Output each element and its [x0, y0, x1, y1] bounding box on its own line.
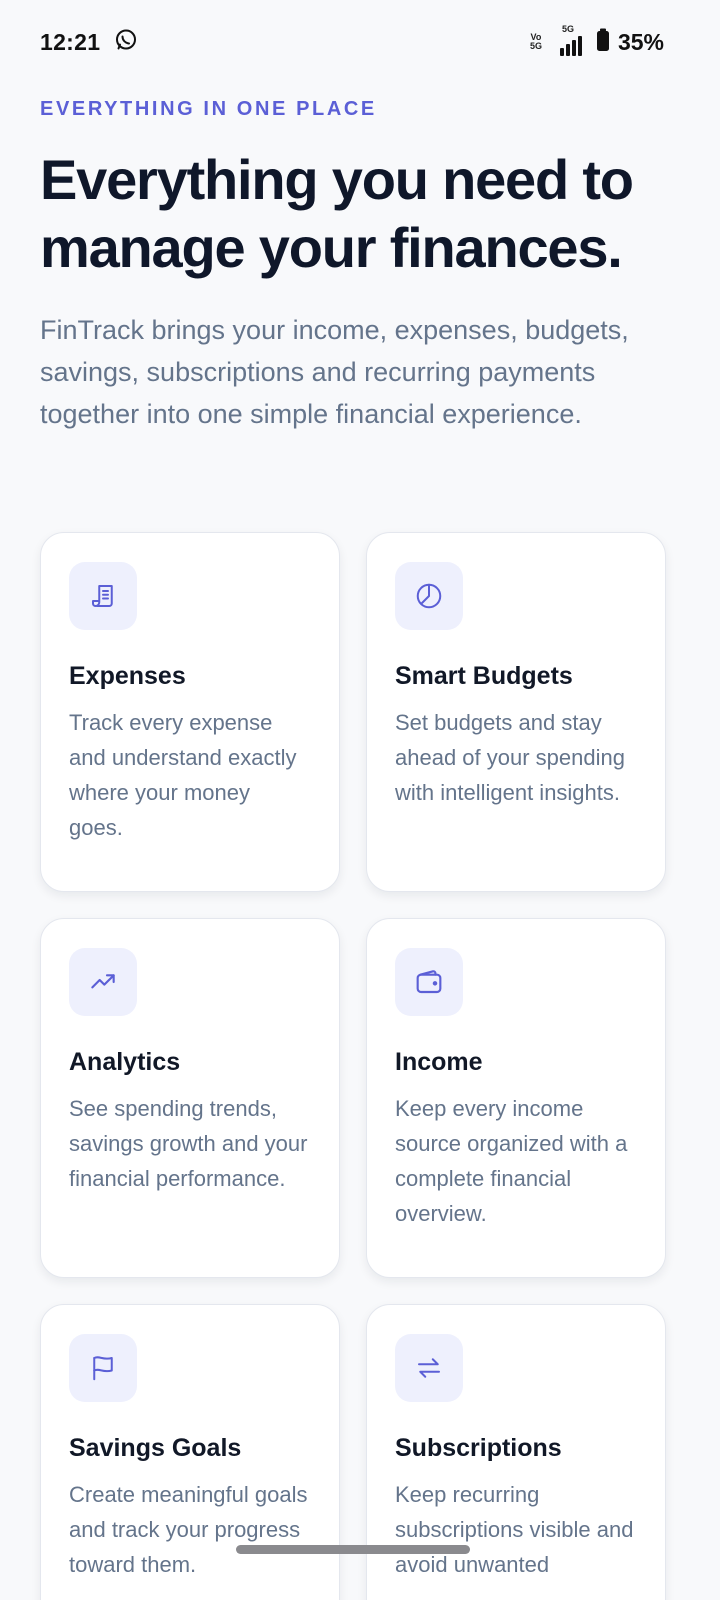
status-left: 12:21: [40, 28, 138, 57]
feature-title: Expenses: [69, 662, 186, 690]
battery-icon: [596, 28, 610, 57]
feature-title: Analytics: [69, 1048, 181, 1076]
section-eyebrow: EVERYTHING IN ONE PLACE: [40, 98, 377, 120]
trending-up-icon: [69, 948, 137, 1016]
status-right: Vo 5G 5G 35%: [529, 24, 664, 57]
home-indicator[interactable]: [236, 1545, 470, 1554]
signal-icon: 5G: [559, 24, 582, 56]
repeat-icon: [395, 1334, 463, 1402]
feature-card-subscriptions[interactable]: Subscriptions Keep recurring subscriptio…: [366, 1304, 666, 1600]
feature-title: Savings Goals: [69, 1434, 242, 1462]
status-time: 12:21: [40, 28, 101, 55]
feature-description: Keep recurring subscriptions visible and…: [395, 1482, 634, 1577]
feature-description: See spending trends, savings growth and …: [69, 1096, 308, 1191]
wallet-icon: [395, 948, 463, 1016]
feature-card-expenses[interactable]: Expenses Track every expense and underst…: [40, 532, 340, 892]
feature-title: Income: [395, 1048, 483, 1076]
feature-card-analytics[interactable]: Analytics See spending trends, savings g…: [40, 918, 340, 1278]
receipt-icon: [69, 562, 137, 630]
status-bar: 12:21 Vo 5G 5G 35%: [0, 0, 720, 84]
feature-description: Keep every income source organized with …: [395, 1096, 628, 1226]
feature-description: Create meaningful goals and track your p…: [69, 1482, 308, 1577]
intro-paragraph: FinTrack brings your income, expenses, b…: [40, 315, 629, 429]
feature-card-income[interactable]: Income Keep every income source organize…: [366, 918, 666, 1278]
feature-card-savings-goals[interactable]: Savings Goals Create meaningful goals an…: [40, 1304, 340, 1600]
feature-description: Track every expense and understand exact…: [69, 710, 297, 840]
feature-grid: Expenses Track every expense and underst…: [40, 532, 666, 1600]
page-headline: Everything you need to manage your finan…: [40, 148, 634, 279]
signal-label: 5G: [561, 24, 574, 34]
flag-icon: [69, 1334, 137, 1402]
feature-card-smart-budgets[interactable]: Smart Budgets Set budgets and stay ahead…: [366, 532, 666, 892]
feature-title: Smart Budgets: [395, 662, 573, 690]
battery-percent: 35%: [617, 28, 664, 55]
pie-chart-icon: [395, 562, 463, 630]
feature-title: Subscriptions: [395, 1434, 562, 1462]
volte-indicator: Vo 5G: [529, 32, 542, 51]
whatsapp-icon: [114, 28, 138, 57]
feature-description: Set budgets and stay ahead of your spend…: [395, 710, 625, 805]
